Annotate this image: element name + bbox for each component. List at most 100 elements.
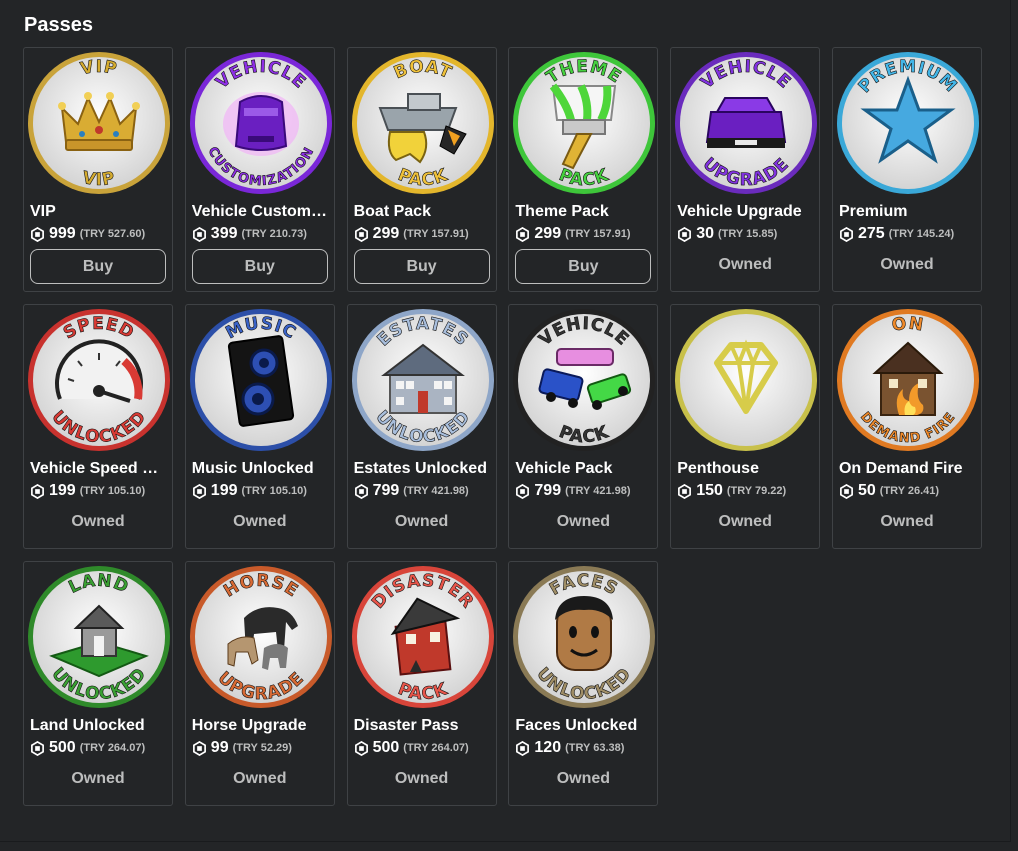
robux-icon bbox=[840, 226, 853, 242]
robux-icon bbox=[354, 226, 368, 242]
pass-thumbnail[interactable]: THEME PACK bbox=[511, 50, 657, 196]
pass-thumbnail[interactable]: HORSE UPGRADE bbox=[188, 564, 334, 710]
pass-thumbnail[interactable]: SPEED UNLOCKED bbox=[26, 307, 172, 453]
robux-amount: 99 bbox=[210, 739, 229, 756]
local-price: (TRY 527.60) bbox=[79, 228, 146, 240]
broken-house-icon: DISASTERPACK bbox=[351, 566, 494, 708]
pass-thumbnail[interactable]: PREMIUM bbox=[835, 50, 981, 196]
pass-card[interactable]: VEHICLE CUSTOMIZATION Vehicle Customiz...… bbox=[184, 47, 335, 292]
diamond-icon bbox=[675, 309, 818, 451]
owned-label: Owned bbox=[71, 513, 125, 530]
pass-card[interactable]: THEME PACK Theme Pack 299 (TRY 157.91) Bu… bbox=[508, 47, 659, 292]
pass-card[interactable]: ON DEMAND FIRE On Demand Fire 50 (TRY 26.… bbox=[831, 304, 982, 549]
pass-thumbnail[interactable]: VIP VIP bbox=[26, 50, 172, 196]
robux-amount: 399 bbox=[210, 225, 238, 242]
land-house-icon: LANDUNLOCKED bbox=[28, 566, 170, 708]
local-price: (TRY 52.29) bbox=[232, 742, 292, 754]
pass-thumbnail[interactable]: ON DEMAND FIRE bbox=[835, 307, 981, 453]
pass-name[interactable]: Vehicle Customiz... bbox=[192, 203, 328, 221]
pass-name[interactable]: Penthouse bbox=[677, 460, 813, 478]
pass-price: 199 (TRY 105.10) bbox=[30, 482, 145, 500]
pass-thumbnail[interactable]: BOAT PACK bbox=[350, 50, 496, 196]
pass-card[interactable]: VIP VIP VIP 999 (TRY 527.60) Buy bbox=[23, 47, 173, 292]
pass-price: 999 (TRY 527.60) bbox=[30, 225, 145, 243]
robux-icon bbox=[354, 483, 368, 499]
pass-card[interactable]: BOAT PACK Boat Pack 299 (TRY 157.91) Buy bbox=[346, 47, 497, 292]
pass-card[interactable]: MUSIC Music Unlocked 199 (TRY 105.10) Ow… bbox=[184, 304, 335, 549]
local-price: (TRY 26.41) bbox=[879, 485, 940, 497]
robux-amount: 999 bbox=[49, 225, 76, 242]
pass-thumbnail[interactable]: VEHICLE PACK bbox=[511, 307, 657, 453]
pass-card[interactable]: LAND UNLOCKED Land Unlocked 500 (TRY 264.… bbox=[23, 561, 173, 806]
pass-thumbnail[interactable] bbox=[673, 307, 819, 453]
buy-button[interactable]: Buy bbox=[353, 249, 490, 284]
pass-name[interactable]: Estates Unlocked bbox=[354, 460, 490, 478]
local-price: (TRY 421.98) bbox=[565, 485, 631, 497]
pass-price: 99 (TRY 52.29) bbox=[192, 739, 292, 757]
robux-amount: 799 bbox=[534, 482, 562, 499]
pass-name[interactable]: Music Unlocked bbox=[192, 460, 328, 478]
pass-name[interactable]: Horse Upgrade bbox=[192, 717, 328, 735]
owned-label: Owned bbox=[718, 256, 772, 273]
owned-label: Owned bbox=[71, 770, 125, 787]
robux-icon bbox=[31, 740, 44, 756]
pass-price: 799 (TRY 421.98) bbox=[354, 482, 469, 500]
pass-thumbnail[interactable]: FACES UNLOCKED bbox=[511, 564, 657, 710]
pass-name[interactable]: Disaster Pass bbox=[354, 717, 490, 735]
pass-card[interactable]: SPEED UNLOCKED Vehicle Speed U... 199 (TR… bbox=[23, 304, 173, 549]
local-price: (TRY 105.10) bbox=[241, 485, 307, 497]
robux-amount: 199 bbox=[210, 482, 238, 499]
buy-button[interactable]: Buy bbox=[30, 249, 166, 284]
pass-name[interactable]: Land Unlocked bbox=[30, 717, 166, 735]
owned-label: Owned bbox=[556, 770, 611, 787]
pass-name[interactable]: VIP bbox=[30, 203, 166, 221]
local-price: (TRY 264.07) bbox=[403, 742, 469, 754]
robux-amount: 120 bbox=[534, 739, 562, 756]
robux-amount: 500 bbox=[49, 739, 76, 756]
pass-card[interactable]: HORSE UPGRADE Horse Upgrade 99 (TRY 52.29… bbox=[184, 561, 335, 806]
local-price: (TRY 145.24) bbox=[888, 228, 955, 240]
local-price: (TRY 264.07) bbox=[79, 742, 146, 754]
pass-name[interactable]: Boat Pack bbox=[354, 203, 490, 221]
robux-amount: 500 bbox=[372, 739, 400, 756]
pass-thumbnail[interactable]: VEHICLE CUSTOMIZATION bbox=[188, 50, 334, 196]
pass-price: 500 (TRY 264.07) bbox=[354, 739, 469, 757]
local-price: (TRY 79.22) bbox=[726, 485, 787, 497]
pass-thumbnail[interactable]: ESTATES UNLOCKED bbox=[350, 307, 496, 453]
pass-name[interactable]: Premium bbox=[839, 203, 975, 221]
pass-price: 799 (TRY 421.98) bbox=[515, 482, 631, 500]
robux-icon bbox=[840, 483, 853, 499]
owned-label: Owned bbox=[233, 513, 287, 530]
pass-name[interactable]: Vehicle Speed U... bbox=[30, 460, 166, 478]
pass-thumbnail[interactable]: VEHICLE UPGRADE bbox=[673, 50, 819, 196]
pass-card[interactable]: VEHICLE PACK Vehicle Pack 799 (TRY 421.98… bbox=[508, 304, 659, 549]
robux-amount: 150 bbox=[696, 482, 723, 499]
robux-amount: 30 bbox=[696, 225, 714, 242]
pass-thumbnail[interactable]: MUSIC bbox=[188, 307, 334, 453]
robux-amount: 199 bbox=[49, 482, 76, 499]
star-icon: PREMIUM bbox=[836, 52, 979, 194]
pass-thumbnail[interactable]: LAND UNLOCKED bbox=[26, 564, 172, 710]
pass-card[interactable]: PREMIUM Premium 275 (TRY 145.24) Owned bbox=[831, 47, 982, 292]
buy-button[interactable]: Buy bbox=[515, 249, 652, 284]
pass-card[interactable]: FACES UNLOCKED Faces Unlocked 120 (TRY 63… bbox=[508, 561, 659, 806]
pass-name[interactable]: On Demand Fire bbox=[839, 460, 975, 478]
pass-name[interactable]: Faces Unlocked bbox=[515, 717, 651, 735]
local-price: (TRY 105.10) bbox=[79, 485, 146, 497]
owned-label: Owned bbox=[880, 513, 934, 530]
robux-icon bbox=[516, 740, 530, 756]
owned-label: Owned bbox=[394, 513, 449, 530]
pass-price: 299 (TRY 157.91) bbox=[354, 225, 469, 243]
robux-icon bbox=[192, 740, 206, 756]
pass-price: 275 (TRY 145.24) bbox=[839, 225, 954, 243]
pass-card[interactable]: Penthouse 150 (TRY 79.22) Owned bbox=[670, 304, 821, 549]
pass-price: 299 (TRY 157.91) bbox=[515, 225, 631, 243]
pass-name[interactable]: Theme Pack bbox=[515, 203, 651, 221]
buy-button[interactable]: Buy bbox=[191, 249, 328, 284]
pass-card[interactable]: VEHICLE UPGRADE Vehicle Upgrade 30 (TRY 1… bbox=[670, 47, 821, 292]
pass-name[interactable]: Vehicle Upgrade bbox=[677, 203, 813, 221]
pass-card[interactable]: DISASTER PACK Disaster Pass 500 (TRY 264.… bbox=[346, 561, 497, 806]
pass-name[interactable]: Vehicle Pack bbox=[515, 460, 651, 478]
pass-thumbnail[interactable]: DISASTER PACK bbox=[350, 564, 496, 710]
pass-card[interactable]: ESTATES UNLOCKED Estates Unlocked 799 (TR… bbox=[346, 304, 497, 549]
